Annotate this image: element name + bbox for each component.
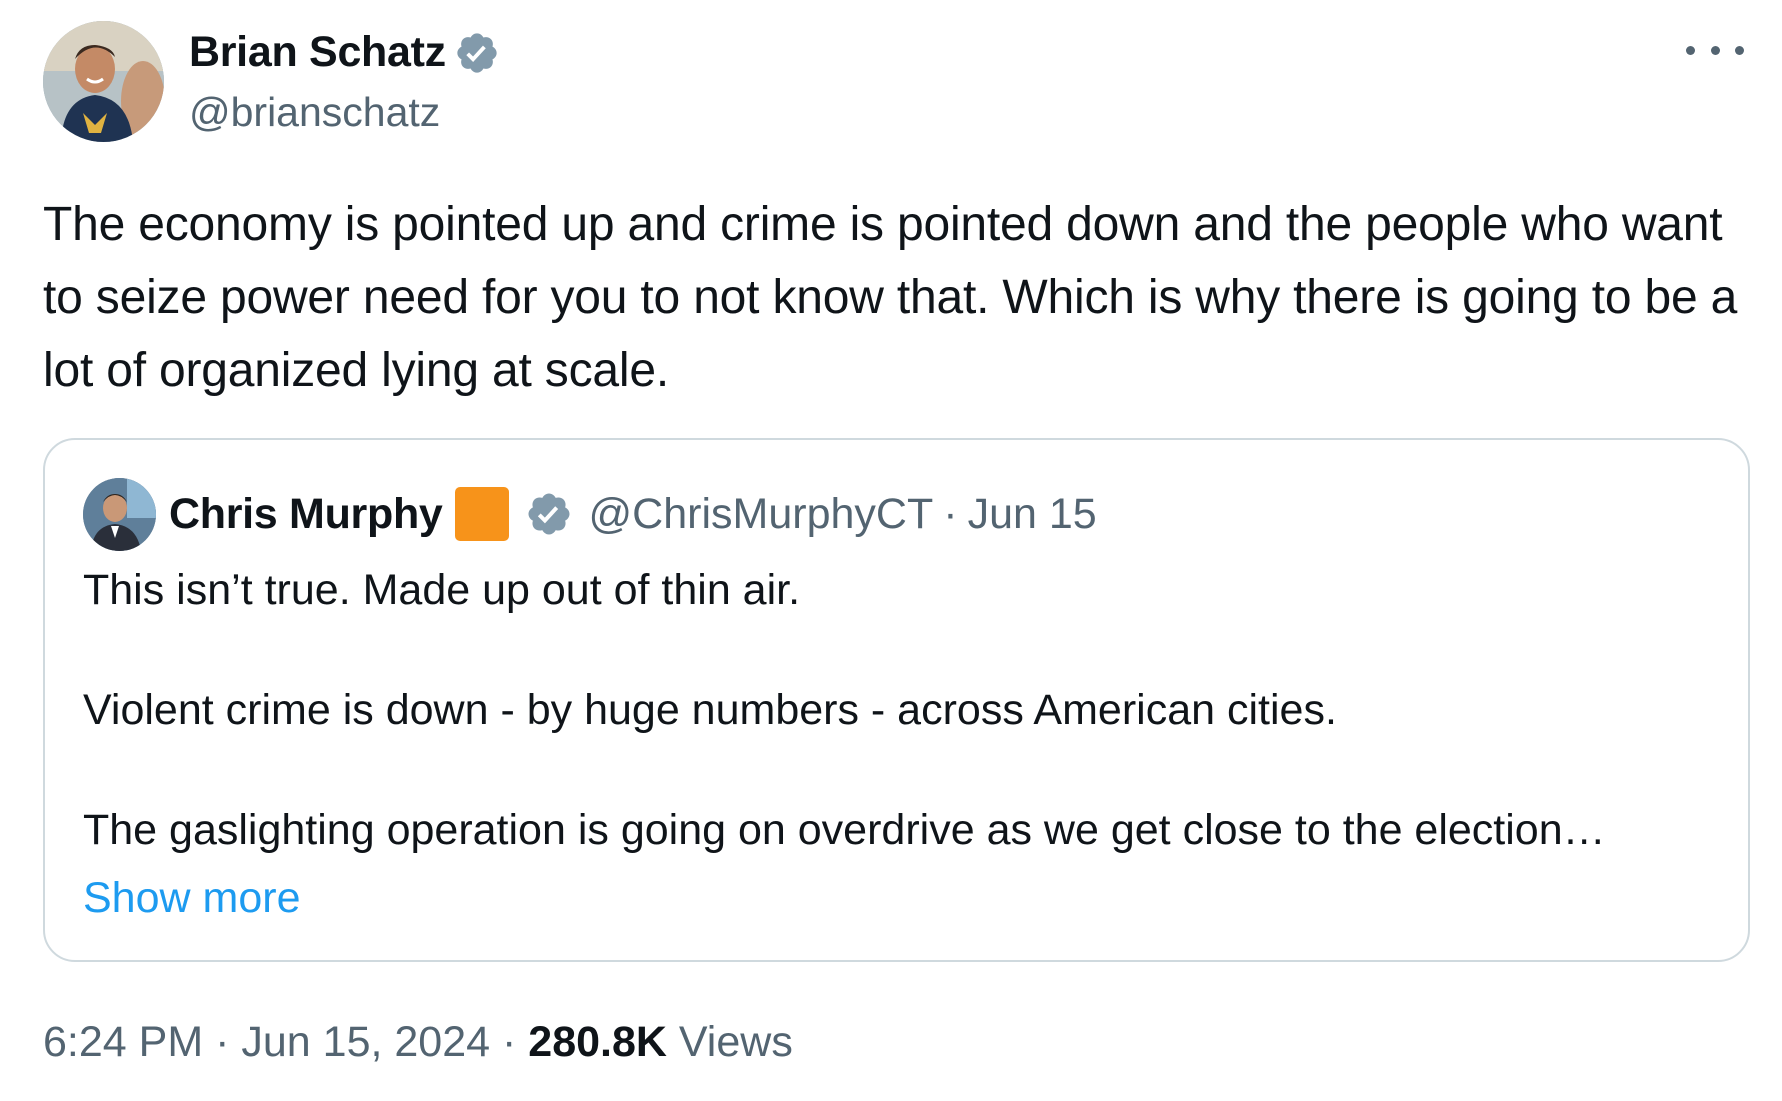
tweet-time[interactable]: 6:24 PM [43,1018,203,1066]
quoted-paragraph: The gaslighting operation is going on ov… [83,806,1606,854]
quoted-handle: @ChrisMurphyCT [588,489,934,538]
quoted-author-avatar[interactable] [83,478,156,551]
more-options-icon[interactable] [1686,38,1744,62]
author-name[interactable]: Brian Schatz [189,28,446,77]
quoted-separator: · [943,489,958,538]
views-count: 280.8K [528,1018,667,1066]
author-handle[interactable]: @brianschatz [189,86,440,138]
tweet-date[interactable]: Jun 15, 2024 [241,1018,490,1066]
author-avatar[interactable] [43,21,164,142]
quoted-tweet[interactable]: Chris Murphy @ChrisMurphyCT · Jun 15 Thi… [43,438,1750,962]
footer-separator: · [502,1018,517,1066]
verified-badge-icon [457,33,497,73]
quoted-paragraph: This isn’t true. Made up out of thin air… [83,566,801,614]
quoted-date[interactable]: Jun 15 [968,490,1097,539]
tweet-footer: 6:24 PM · Jun 15, 2024 · 280.8K Views [43,1014,793,1070]
quoted-text: This isn’t true. Made up out of thin air… [83,560,1723,860]
affiliation-badge-icon [454,487,509,541]
quoted-header: Chris Murphy @ChrisMurphyCT · Jun 15 [169,484,1097,544]
author-photo [43,21,164,142]
footer-separator: · [215,1018,230,1066]
tweet-text: The economy is pointed up and crime is p… [43,198,1738,397]
author-name-row: Brian Schatz [189,26,500,78]
quoted-author-name: Chris Murphy [169,489,443,538]
quoted-author-photo [83,478,156,551]
tweet: Brian Schatz @brianschatz The economy is… [0,0,1782,1101]
show-more-link[interactable]: Show more [83,868,300,928]
views-label: Views [678,1018,793,1066]
verified-badge-icon [528,493,570,535]
quoted-paragraph: Violent crime is down - by huge numbers … [83,686,1337,734]
